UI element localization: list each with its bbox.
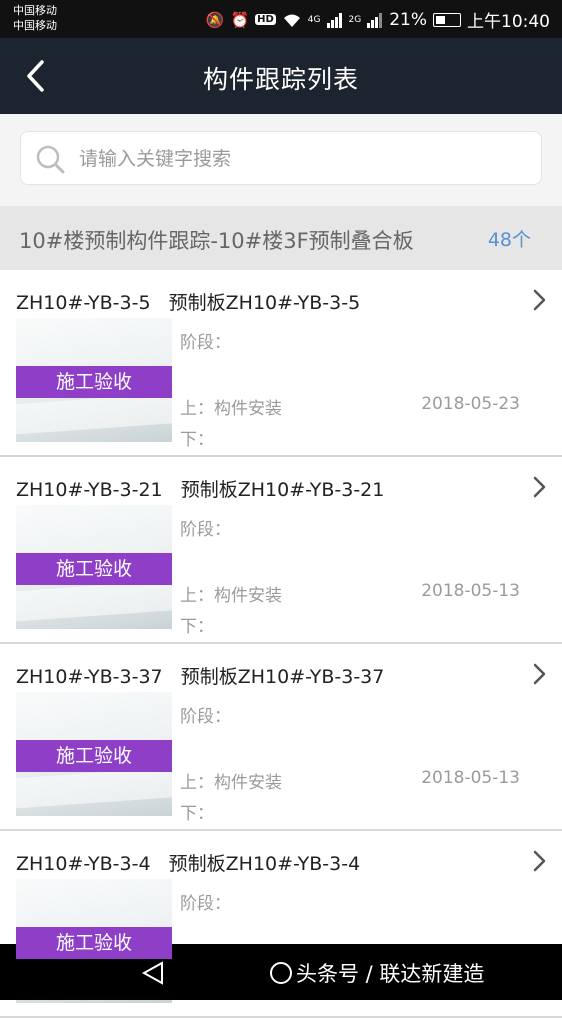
chevron-right-icon <box>533 289 546 311</box>
status-icons: 🔕 ⏰ HD 4G 2G 21% 上午10:40 <box>205 7 550 33</box>
list-item[interactable]: ZH10#-YB-3-21 预制板ZH10#-YB-3-21 施工验收 阶段： … <box>0 457 562 644</box>
previous-step: 上：构件安装 <box>180 586 282 606</box>
component-thumbnail: 施工验收 <box>16 318 172 442</box>
stage-label: 阶段： <box>180 333 231 353</box>
list-item[interactable]: ZH10#-YB-3-37 预制板ZH10#-YB-3-37 施工验收 阶段： … <box>0 644 562 831</box>
stage-badge: 施工验收 <box>16 366 172 398</box>
hd-icon: HD <box>255 14 276 25</box>
mute-icon: 🔕 <box>205 10 225 29</box>
search-input[interactable] <box>77 142 531 176</box>
item-date: 2018-05-13 <box>421 581 520 601</box>
stage-badge: 施工验收 <box>16 927 172 959</box>
network-type-2: 2G <box>348 14 362 25</box>
watermark: 头条号 / 联达新建造 <box>270 958 484 988</box>
group-count: 48个 <box>487 229 531 251</box>
alarm-icon: ⏰ <box>230 10 250 29</box>
chevron-right-icon <box>533 663 546 685</box>
item-title: ZH10#-YB-3-21 预制板ZH10#-YB-3-21 <box>16 479 385 501</box>
item-title: ZH10#-YB-3-5 预制板ZH10#-YB-3-5 <box>16 292 361 314</box>
item-date: 2018-05-13 <box>421 768 520 788</box>
stage-badge: 施工验收 <box>16 740 172 772</box>
item-date: 2018-05-23 <box>421 394 520 414</box>
signal-icon <box>326 12 342 28</box>
carrier-1: 中国移动 <box>13 4 57 17</box>
carrier-info: 中国移动 中国移动 <box>13 3 57 33</box>
stage-label: 阶段： <box>180 520 231 540</box>
component-thumbnail: 施工验收 <box>16 505 172 629</box>
next-step: 下： <box>180 804 214 824</box>
clock: 上午10:40 <box>467 12 550 32</box>
chevron-right-icon <box>533 476 546 498</box>
component-thumbnail: 施工验收 <box>16 692 172 816</box>
battery-icon <box>433 12 461 27</box>
stage-label: 阶段： <box>180 894 231 914</box>
stage-badge: 施工验收 <box>16 553 172 585</box>
triangle-back-icon[interactable] <box>140 960 166 986</box>
search-area <box>0 114 562 206</box>
chevron-right-icon <box>533 850 546 872</box>
wifi-icon <box>283 14 300 27</box>
previous-step: 上：构件安装 <box>180 773 282 793</box>
page-title: 构件跟踪列表 <box>202 65 359 94</box>
signal-icon-2 <box>367 12 383 28</box>
battery-percent: 21% <box>389 9 427 30</box>
item-title: ZH10#-YB-3-4 预制板ZH10#-YB-3-4 <box>16 853 361 875</box>
component-list: ZH10#-YB-3-5 预制板ZH10#-YB-3-5 施工验收 阶段： 上：… <box>0 270 562 1018</box>
network-type: 4G <box>307 14 321 25</box>
nav-bar: 构件跟踪列表 <box>0 38 562 114</box>
previous-step: 上：构件安装 <box>180 399 282 419</box>
item-title: ZH10#-YB-3-37 预制板ZH10#-YB-3-37 <box>16 666 385 688</box>
next-step: 下： <box>180 430 214 450</box>
search-box[interactable] <box>20 131 542 185</box>
watermark-text: 头条号 / 联达新建造 <box>296 962 485 986</box>
circle-icon[interactable] <box>270 962 292 984</box>
carrier-2: 中国移动 <box>13 19 57 32</box>
group-header[interactable]: 10#楼预制构件跟踪-10#楼3F预制叠合板 48个 <box>0 206 562 270</box>
status-bar: 中国移动 中国移动 🔕 ⏰ HD 4G 2G 21% 上午10:40 <box>0 0 562 38</box>
search-icon <box>36 145 65 174</box>
list-item[interactable]: ZH10#-YB-3-5 预制板ZH10#-YB-3-5 施工验收 阶段： 上：… <box>0 270 562 457</box>
next-step: 下： <box>180 617 214 637</box>
stage-label: 阶段： <box>180 707 231 727</box>
group-title: 10#楼预制构件跟踪-10#楼3F预制叠合板 <box>19 229 414 253</box>
